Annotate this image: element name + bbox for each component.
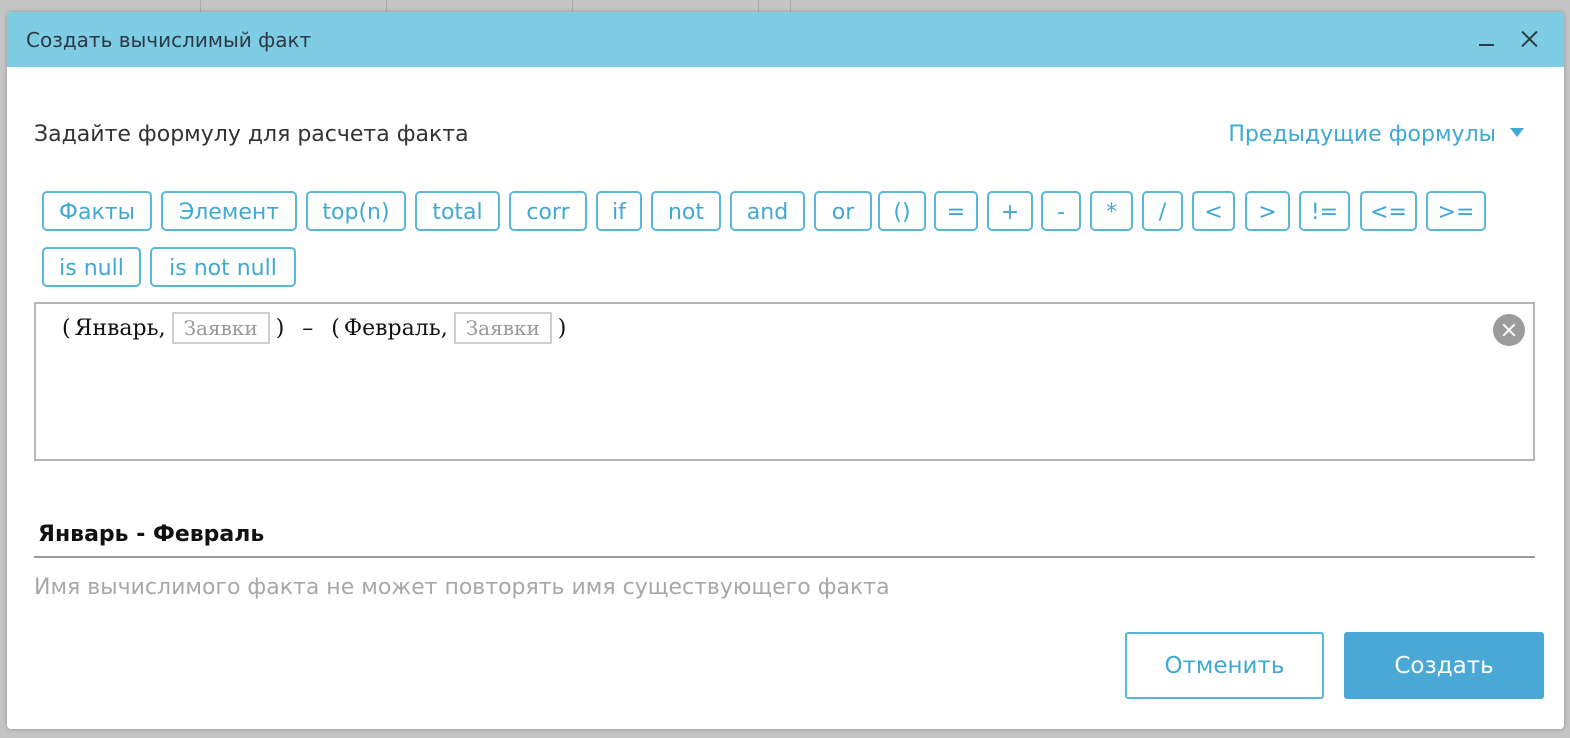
create-computed-fact-dialog: Создать вычислимый факт Задайте формулу … <box>7 12 1564 729</box>
background-grid-line <box>200 0 201 12</box>
operator-button[interactable]: () <box>878 191 926 231</box>
close-icon[interactable] <box>1515 24 1545 54</box>
formula-element[interactable]: Февраль, <box>344 316 448 341</box>
fact-name-hint: Имя вычислимого факта не может повторять… <box>34 575 890 600</box>
formula-expression: ( Январь, Заявки ) – ( Февраль, Заявки ) <box>60 312 568 344</box>
background-grid-line <box>790 0 791 12</box>
formula-paren: ( <box>331 315 340 341</box>
operator-button[interactable]: is not null <box>150 247 296 287</box>
background-grid-line <box>572 0 573 12</box>
formula-paren: ) <box>557 315 567 341</box>
dialog-titlebar: Создать вычислимый факт <box>7 12 1564 67</box>
caret-down-icon <box>1510 127 1524 137</box>
formula-fact-chip[interactable]: Заявки <box>453 312 552 344</box>
formula-fact-chip[interactable]: Заявки <box>171 312 270 344</box>
operator-button[interactable]: Факты <box>42 191 152 231</box>
operator-button[interactable]: > <box>1245 191 1290 231</box>
operator-button[interactable]: <= <box>1360 191 1417 231</box>
operator-button[interactable]: is null <box>42 247 141 287</box>
background-grid-line <box>758 0 759 12</box>
formula-paren: ( <box>62 315 71 341</box>
operator-button[interactable]: - <box>1041 191 1081 231</box>
formula-prompt: Задайте формулу для расчета факта <box>34 122 469 147</box>
operator-button[interactable]: or <box>814 191 872 231</box>
operator-button[interactable]: and <box>730 191 805 231</box>
formula-operator: – <box>302 315 314 341</box>
operator-button[interactable]: + <box>987 191 1033 231</box>
operator-button[interactable]: != <box>1299 191 1350 231</box>
operator-button[interactable]: total <box>415 191 500 231</box>
clear-formula-icon[interactable] <box>1493 314 1525 346</box>
formula-editor[interactable]: ( Январь, Заявки ) – ( Февраль, Заявки ) <box>34 302 1535 461</box>
operator-button[interactable]: top(n) <box>306 191 406 231</box>
fact-name-input[interactable] <box>34 512 1535 558</box>
formula-element[interactable]: Январь, <box>75 316 166 341</box>
minimize-icon[interactable] <box>1472 24 1502 54</box>
cancel-button[interactable]: Отменить <box>1125 632 1324 699</box>
previous-formulas-label: Предыдущие формулы <box>1228 122 1496 147</box>
previous-formulas-dropdown[interactable]: Предыдущие формулы <box>1228 122 1524 147</box>
formula-paren: ) <box>275 315 285 341</box>
dialog-title: Создать вычислимый факт <box>26 28 312 52</box>
operator-button[interactable]: if <box>596 191 642 231</box>
operator-button[interactable]: / <box>1142 191 1183 231</box>
operator-button[interactable]: = <box>934 191 978 231</box>
operator-button[interactable]: * <box>1090 191 1133 231</box>
operator-button[interactable]: < <box>1192 191 1235 231</box>
operator-button[interactable]: >= <box>1426 191 1486 231</box>
background-grid-line <box>386 0 387 12</box>
create-button[interactable]: Создать <box>1344 632 1544 699</box>
operator-button[interactable]: not <box>651 191 721 231</box>
operator-button[interactable]: corr <box>509 191 587 231</box>
operator-button[interactable]: Элемент <box>161 191 297 231</box>
